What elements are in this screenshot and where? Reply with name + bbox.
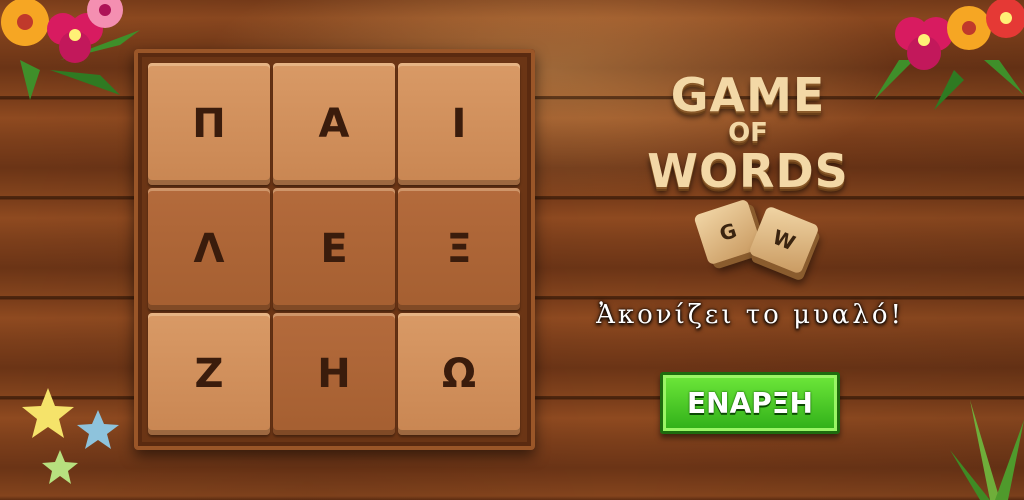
game-background: Π Α Ι Λ Ε Ξ Ζ Η Ω GAME OF WORDS G W Ἀκον… bbox=[0, 0, 1024, 500]
stars-icon bbox=[22, 388, 119, 484]
hibiscus-flowers-icon bbox=[874, 0, 1024, 110]
letter-tile[interactable]: Λ bbox=[148, 188, 270, 310]
letter-tile[interactable]: Ε bbox=[273, 188, 395, 310]
letter-tile[interactable]: Ω bbox=[398, 313, 520, 435]
logo-word-game: GAME bbox=[670, 68, 826, 122]
letter-tile[interactable]: Ζ bbox=[148, 313, 270, 435]
palm-leaves-icon bbox=[950, 400, 1024, 500]
letter-tile[interactable]: Π bbox=[148, 63, 270, 185]
start-button[interactable]: ΕΝΑΡΞΗ bbox=[660, 372, 840, 434]
die-letter: W bbox=[769, 224, 799, 256]
letter-tile[interactable]: Η bbox=[273, 313, 395, 435]
letter-board: Π Α Ι Λ Ε Ξ Ζ Η Ω bbox=[134, 49, 535, 450]
die-letter: G bbox=[716, 218, 740, 246]
letter-tile[interactable]: Α bbox=[273, 63, 395, 185]
game-logo: GAME OF WORDS bbox=[628, 62, 868, 212]
letter-tile[interactable]: Ξ bbox=[398, 188, 520, 310]
hibiscus-flowers-icon bbox=[1, 0, 140, 100]
letter-tile[interactable]: Ι bbox=[398, 63, 520, 185]
logo-word-words: WORDS bbox=[647, 144, 849, 198]
letter-die-icon: W bbox=[748, 205, 820, 275]
tagline: Ἀκονίζει το μυαλό! bbox=[596, 300, 904, 330]
